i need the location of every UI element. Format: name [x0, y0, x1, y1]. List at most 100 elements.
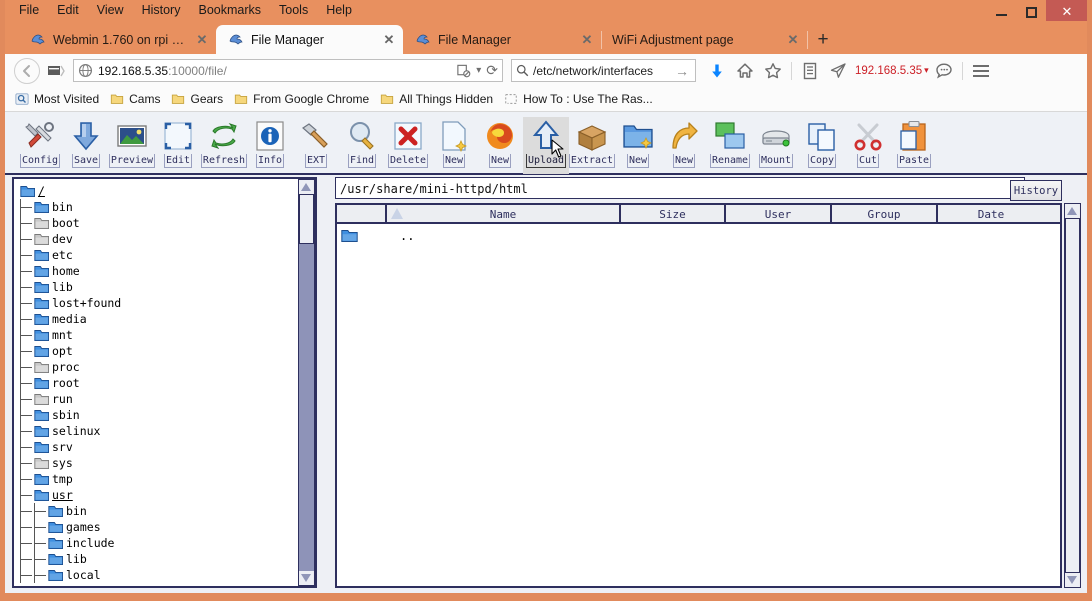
toolbar-copy-button[interactable]: Copy: [799, 117, 845, 174]
tree-node-proc[interactable]: proc: [20, 359, 297, 375]
toolbar-extract-button[interactable]: Extract: [569, 117, 615, 174]
tree-vertical-scrollbar[interactable]: [298, 179, 315, 586]
chat-button[interactable]: [931, 58, 957, 84]
menu-tools[interactable]: Tools: [270, 0, 317, 21]
chevron-down-icon[interactable]: ▾: [476, 65, 481, 76]
scroll-up-arrow-icon[interactable]: [1065, 204, 1079, 218]
tree-node-mnt[interactable]: mnt: [20, 327, 297, 343]
menu-edit[interactable]: Edit: [48, 0, 88, 21]
scroll-down-arrow-icon[interactable]: [299, 571, 313, 585]
home-button[interactable]: [732, 58, 758, 84]
toolbar-cut-button[interactable]: Cut: [845, 117, 891, 174]
tree-node-bin[interactable]: bin: [20, 199, 297, 215]
tab-close-icon[interactable]: ✕: [381, 32, 397, 48]
tab-close-icon[interactable]: ✕: [194, 32, 210, 48]
toolbar-mount-button[interactable]: Mount: [753, 117, 799, 174]
bookmark-from-google-chrome[interactable]: From Google Chrome: [230, 92, 376, 106]
reader-mode-blocked-icon[interactable]: [456, 63, 471, 78]
tree-node-srv[interactable]: srv: [20, 439, 297, 455]
tab-close-icon[interactable]: ✕: [785, 32, 801, 48]
tree-node-tmp[interactable]: tmp: [20, 471, 297, 487]
bookmark-cams[interactable]: Cams: [106, 92, 167, 106]
tab-wifi-adjustment[interactable]: WiFi Adjustment page ✕: [602, 25, 807, 54]
bookmark-all-things-hidden[interactable]: All Things Hidden: [376, 92, 500, 106]
new-tab-button[interactable]: +: [808, 25, 838, 54]
toolbar-find-button[interactable]: Find: [339, 117, 385, 174]
bookmark-most-visited[interactable]: Most Visited: [11, 92, 106, 106]
tab-file-manager-active[interactable]: File Manager ✕: [216, 25, 403, 54]
app-menu-button[interactable]: [968, 58, 994, 84]
tree-node-etc[interactable]: etc: [20, 247, 297, 263]
toolbar-new-file-button[interactable]: New: [431, 117, 477, 174]
menu-bookmarks[interactable]: Bookmarks: [189, 0, 270, 21]
search-go-icon[interactable]: →: [675, 63, 691, 79]
url-bar[interactable]: 192.168.5.35:10000/file/ ▾ ⟳: [73, 59, 503, 82]
scrollbar-thumb[interactable]: [1065, 218, 1080, 573]
path-input[interactable]: /usr/share/mini-httpd/html: [335, 177, 1025, 199]
tree-node--[interactable]: /: [20, 183, 297, 199]
menu-help[interactable]: Help: [317, 0, 361, 21]
toolbar-edit-button[interactable]: Edit: [155, 117, 201, 174]
toolbar-paste-button[interactable]: Paste: [891, 117, 937, 174]
column-header-name[interactable]: Name: [387, 205, 621, 224]
account-label[interactable]: 192.168.5.35: [853, 65, 924, 77]
tree-node-root[interactable]: root: [20, 375, 297, 391]
toolbar-delete-button[interactable]: Delete: [385, 117, 431, 174]
tree-node-run[interactable]: run: [20, 391, 297, 407]
column-header-icon[interactable]: [337, 205, 387, 224]
table-row[interactable]: ..: [337, 224, 1060, 248]
tree-node-home[interactable]: home: [20, 263, 297, 279]
tree-node-sys[interactable]: sys: [20, 455, 297, 471]
tree-node-media[interactable]: media: [20, 311, 297, 327]
bookmark-star-button[interactable]: [760, 58, 786, 84]
toolbar-preview-button[interactable]: Preview: [109, 117, 155, 174]
column-header-user[interactable]: User: [726, 205, 832, 224]
tree-node-local[interactable]: local: [20, 567, 297, 583]
column-header-group[interactable]: Group: [832, 205, 938, 224]
send-tab-button[interactable]: [825, 58, 851, 84]
menu-file[interactable]: File: [10, 0, 48, 21]
reload-icon[interactable]: ⟳: [486, 62, 498, 79]
toolbar-upload-button[interactable]: Upload: [523, 117, 569, 174]
toolbar-ext-button[interactable]: EXT: [293, 117, 339, 174]
column-header-date[interactable]: Date: [938, 205, 1044, 224]
bookmark-how-to-use-the-ras[interactable]: How To : Use The Ras...: [500, 92, 660, 106]
account-caret-icon[interactable]: ▾: [924, 65, 929, 76]
toolbar-info-button[interactable]: Info: [247, 117, 293, 174]
toolbar-rename-button[interactable]: Rename: [707, 117, 753, 174]
tree-node-lib[interactable]: lib: [20, 279, 297, 295]
file-list-vertical-scrollbar[interactable]: [1064, 203, 1081, 588]
toolbar-new-folder-button[interactable]: New: [615, 117, 661, 174]
directory-tree[interactable]: /binbootdevetchomeliblost+foundmediamnto…: [14, 179, 297, 586]
search-input[interactable]: /etc/network/interfaces: [529, 64, 675, 78]
scrollbar-track[interactable]: [299, 194, 314, 571]
menu-history[interactable]: History: [133, 0, 190, 21]
forward-button[interactable]: [41, 57, 69, 85]
downloads-button[interactable]: [704, 58, 730, 84]
tree-node-include[interactable]: include: [20, 535, 297, 551]
search-bar[interactable]: /etc/network/interfaces →: [511, 59, 696, 82]
history-button[interactable]: History: [1010, 180, 1062, 201]
toolbar-save-button[interactable]: Save: [63, 117, 109, 174]
tree-node-opt[interactable]: opt: [20, 343, 297, 359]
tree-node-usr[interactable]: usr: [20, 487, 297, 503]
toolbar-refresh-button[interactable]: Refresh: [201, 117, 247, 174]
back-button[interactable]: [13, 57, 41, 85]
tree-node-lib[interactable]: lib: [20, 551, 297, 567]
tree-node-sbin[interactable]: sbin: [20, 407, 297, 423]
tree-node-lost-found[interactable]: lost+found: [20, 295, 297, 311]
tree-node-dev[interactable]: dev: [20, 231, 297, 247]
scroll-up-arrow-icon[interactable]: [299, 180, 313, 194]
bookmark-gears[interactable]: Gears: [167, 92, 230, 106]
library-button[interactable]: [797, 58, 823, 84]
tree-node-boot[interactable]: boot: [20, 215, 297, 231]
scrollbar-thumb[interactable]: [299, 194, 314, 244]
tree-node-games[interactable]: games: [20, 519, 297, 535]
menu-view[interactable]: View: [88, 0, 133, 21]
toolbar-new-link-button[interactable]: New: [661, 117, 707, 174]
tab-close-icon[interactable]: ✕: [579, 32, 595, 48]
tree-node-bin[interactable]: bin: [20, 503, 297, 519]
tree-node-selinux[interactable]: selinux: [20, 423, 297, 439]
tab-file-manager-2[interactable]: File Manager ✕: [403, 25, 601, 54]
tab-webmin[interactable]: Webmin 1.760 on rpi (Debi... ✕: [18, 25, 216, 54]
